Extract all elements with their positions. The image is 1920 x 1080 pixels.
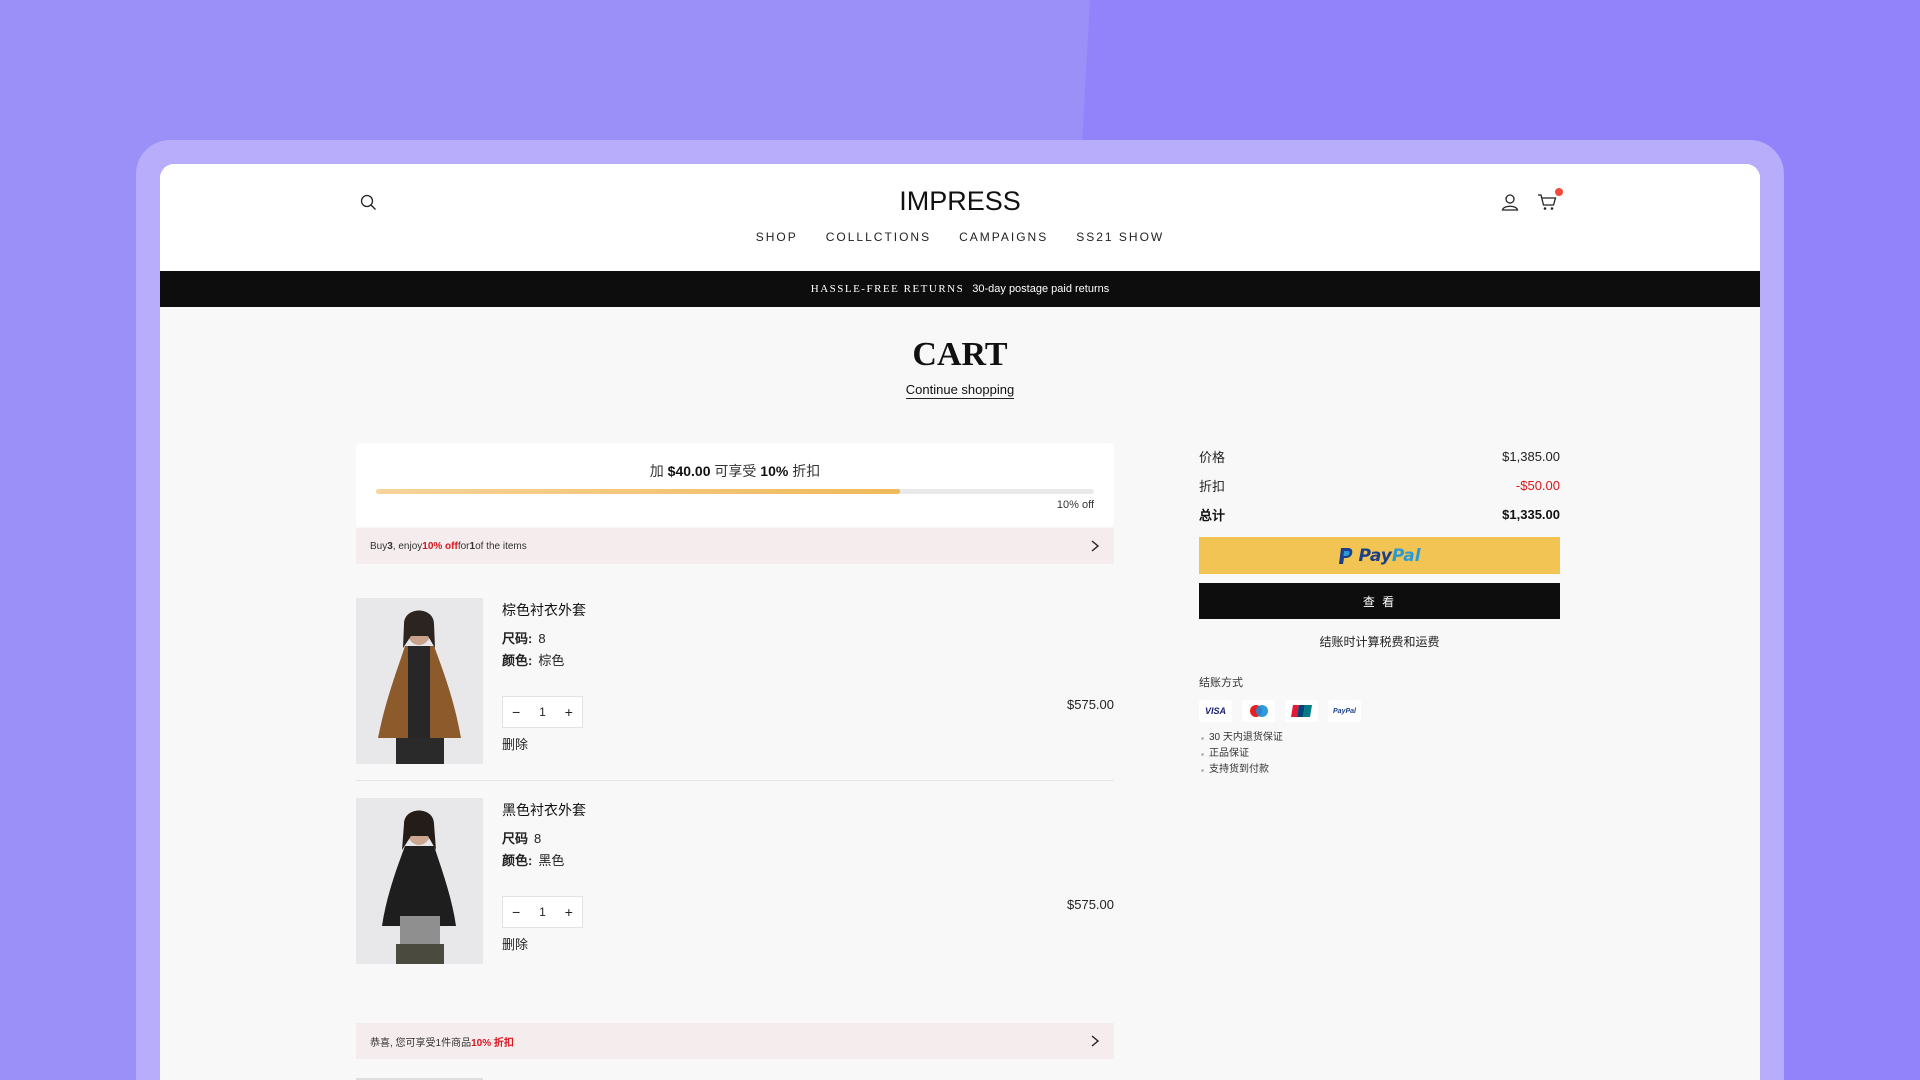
discount-progress-card: 加 $40.00 可享受 10% 折扣 10% off [356, 443, 1114, 527]
discount-progress-text: 加 $40.00 可享受 10% 折扣 [356, 461, 1114, 481]
offer-text-4: of the items [475, 540, 527, 552]
product-image[interactable] [356, 798, 483, 964]
quantity-stepper: − 1 + [502, 896, 583, 928]
promo-discount: 10% [760, 463, 789, 479]
item-price: $575.00 [1067, 897, 1114, 912]
offer-congrats-text: 恭喜, 您可享受1件商品 [370, 1037, 472, 1049]
decrease-button[interactable]: − [503, 704, 529, 720]
paypal-icon [1339, 547, 1353, 564]
increase-button[interactable]: + [556, 704, 582, 720]
paypal-small-icon: PayPal [1328, 700, 1361, 722]
order-summary: 价格 $1,385.00 折扣 -$50.00 总计 $1,335.00 Pay… [1199, 442, 1560, 778]
size-label: 尺码: [502, 631, 533, 646]
continue-shopping-wrap: Continue shopping [160, 382, 1760, 399]
announcement-title: HASSLE-FREE RETURNS [810, 283, 965, 295]
quantity-stepper: − 1 + [502, 696, 583, 728]
size-value: 8 [534, 831, 542, 846]
item-price: $575.00 [1067, 697, 1114, 712]
product-color: 颜色: 黑色 [502, 850, 564, 869]
site-header: IMPRESS SHOP COLLLCTIONS CAMPAIGNS SS21 … [160, 164, 1760, 271]
page-title: CART [912, 336, 1008, 373]
paypal-small-label: PayPal [1333, 707, 1356, 715]
product-name[interactable]: 黑色衬衣外套 [502, 800, 586, 820]
product-color: 颜色: 棕色 [502, 650, 564, 669]
offer-text-3: for [457, 540, 470, 552]
size-label: 尺码 [502, 831, 529, 846]
promo-middle: 可享受 [710, 463, 761, 479]
discount-label: 折扣 [1199, 479, 1226, 494]
browser-screen: IMPRESS SHOP COLLLCTIONS CAMPAIGNS SS21 … [160, 164, 1760, 1080]
discount-progress-fill [376, 489, 901, 494]
chevron-right-icon [1091, 540, 1100, 552]
paypal-label-1: Pay [1358, 545, 1392, 566]
total-label: 总计 [1199, 508, 1226, 523]
unionpay-icon [1285, 700, 1318, 722]
assurance-list: 30 天内退货保证 正品保证 支持货到付款 [1199, 730, 1560, 778]
offer-banner-bottom[interactable]: 恭喜, 您可享受1件商品 10% 折扣 [356, 1023, 1114, 1059]
discount-progress-bar [376, 489, 1094, 494]
paypal-label-2: Pal [1391, 545, 1421, 566]
visa-icon: VISA [1199, 700, 1232, 722]
assurance-item: 支持货到付款 [1199, 762, 1560, 778]
product-image[interactable] [356, 598, 483, 764]
checkout-button[interactable]: 查 看 [1199, 583, 1560, 619]
main-nav: SHOP COLLLCTIONS CAMPAIGNS SS21 SHOW [160, 230, 1760, 244]
product-name[interactable]: 棕色衬衣外套 [502, 600, 586, 620]
cart-badge [1555, 188, 1563, 196]
nav-item-ss21-show[interactable]: SS21 SHOW [1076, 230, 1164, 244]
subtotal-value: $1,385.00 [1502, 449, 1560, 464]
total-row: 总计 $1,335.00 [1199, 500, 1560, 529]
user-icon[interactable] [1498, 190, 1522, 214]
assurance-item: 正品保证 [1199, 746, 1560, 762]
subtotal-label: 价格 [1199, 450, 1226, 465]
promo-amount: $40.00 [667, 463, 711, 479]
visa-label: VISA [1204, 706, 1226, 716]
offer-text-1: Buy [370, 540, 388, 552]
cart-item: 黑色衬衣外套 尺码 8 颜色: 黑色 − 1 + 删除 $575.00 [356, 798, 1114, 966]
color-label: 颜色: [502, 853, 533, 868]
assurance-item: 30 天内退货保证 [1199, 730, 1560, 746]
nav-item-collections[interactable]: COLLLCTIONS [826, 230, 931, 244]
item-divider [356, 780, 1114, 781]
continue-shopping-link[interactable]: Continue shopping [905, 382, 1015, 399]
cart-item: 棕色衬衣外套 尺码: 8 颜色: 棕色 − 1 + 删除 $575.00 [356, 598, 1114, 766]
discount-value: -$50.00 [1515, 478, 1560, 493]
paypal-button[interactable]: Pay Pal [1199, 537, 1560, 574]
total-value: $1,335.00 [1502, 507, 1560, 522]
remove-button[interactable]: 删除 [502, 734, 528, 753]
color-label: 颜色: [502, 653, 533, 668]
subtotal-row: 价格 $1,385.00 [1199, 442, 1560, 471]
offer-discount: 10% off [422, 540, 458, 552]
offer-banner-top[interactable]: Buy 3, enjoy 10% off for 1 of the items [356, 528, 1114, 564]
offer-text-2: , enjoy [392, 540, 423, 552]
promo-suffix: 折扣 [788, 463, 821, 479]
announcement-bar: HASSLE-FREE RETURNS 30-day postage paid … [160, 271, 1760, 307]
size-value: 8 [538, 631, 546, 646]
increase-button[interactable]: + [556, 904, 582, 920]
remove-button[interactable]: 删除 [502, 934, 528, 953]
nav-item-shop[interactable]: SHOP [756, 230, 798, 244]
offer-congrats-discount: 10% 折扣 [471, 1037, 514, 1049]
promo-prefix: 加 [649, 463, 668, 479]
discount-progress-label: 10% off [1056, 499, 1094, 511]
maestro-icon [1242, 700, 1275, 722]
payment-methods: VISA PayPal [1199, 700, 1560, 722]
nav-item-campaigns[interactable]: CAMPAIGNS [959, 230, 1048, 244]
decrease-button[interactable]: − [503, 904, 529, 920]
color-value: 黑色 [538, 853, 565, 868]
payment-methods-title: 结账方式 [1199, 677, 1243, 689]
announcement-text: 30-day postage paid returns [972, 283, 1110, 295]
discount-row: 折扣 -$50.00 [1199, 471, 1560, 500]
product-size: 尺码: 8 [502, 628, 546, 647]
product-size: 尺码 8 [502, 828, 541, 847]
color-value: 棕色 [538, 653, 565, 668]
quantity-value[interactable]: 1 [529, 905, 555, 919]
chevron-right-icon [1091, 1035, 1100, 1047]
tax-note: 结账时计算税费和运费 [1319, 635, 1440, 649]
quantity-value[interactable]: 1 [529, 705, 555, 719]
cart-icon[interactable] [1534, 188, 1563, 215]
